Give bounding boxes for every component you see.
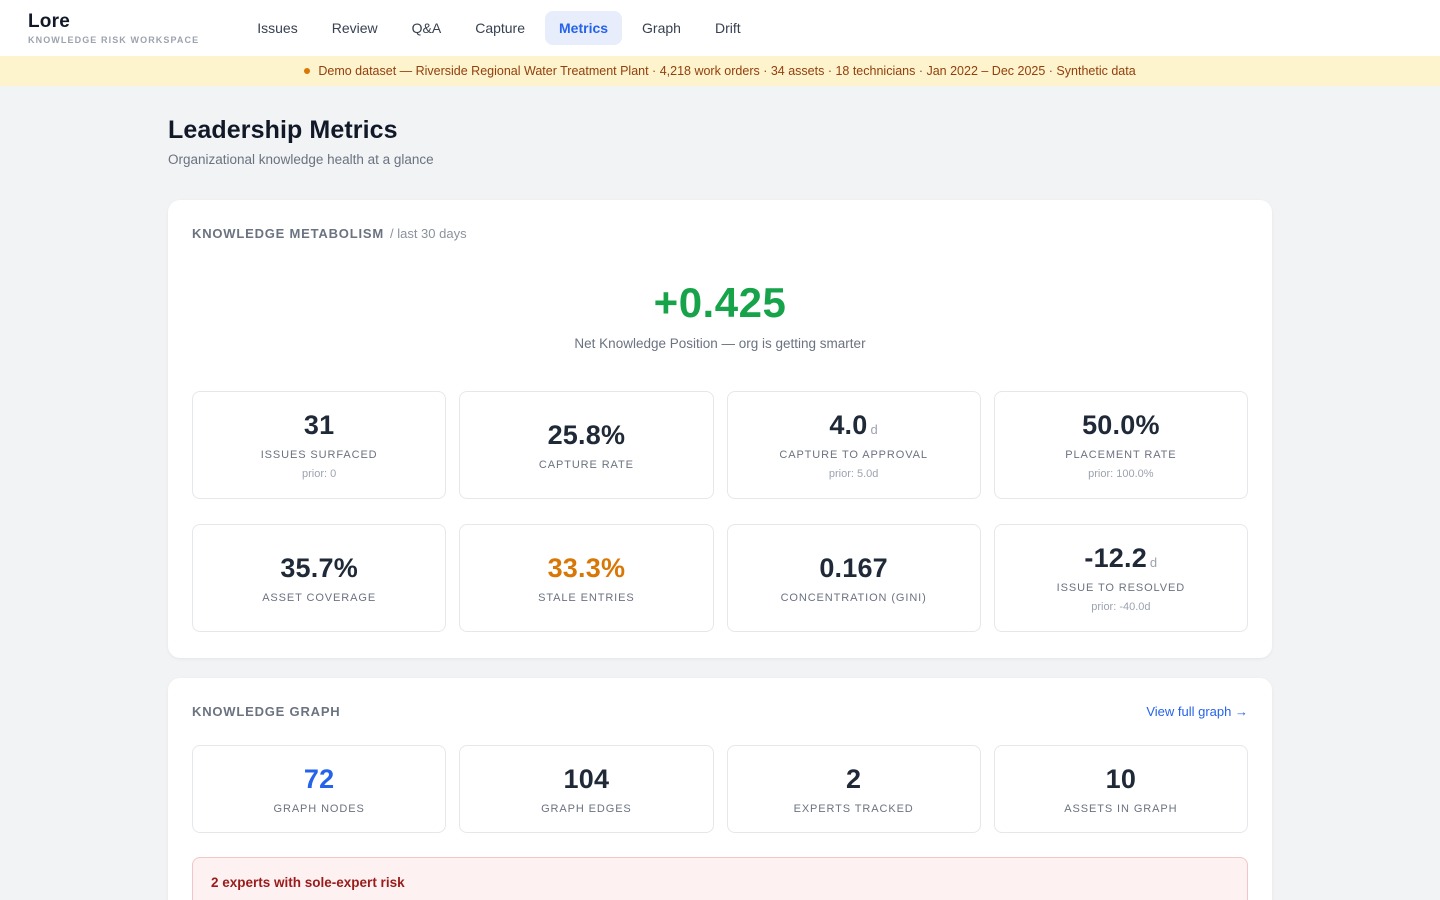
brand-tagline: KNOWLEDGE RISK WORKSPACE: [28, 35, 199, 45]
metric-tile-experts-tracked: 2 EXPERTS TRACKED: [727, 745, 981, 833]
metric-tile-assets-in-graph: 10 ASSETS IN GRAPH: [994, 745, 1248, 833]
metric-label: ISSUE TO RESOLVED: [1057, 582, 1185, 594]
metric-tile-concentration-gini: 0.167 CONCENTRATION (GINI): [727, 524, 981, 632]
metric-value: 50.0%: [1082, 410, 1160, 441]
metric-label: EXPERTS TRACKED: [794, 803, 914, 815]
metric-tile-capture-to-approval: 4.0d CAPTURE TO APPROVAL prior: 5.0d: [727, 391, 981, 499]
metric-label: ASSETS IN GRAPH: [1064, 803, 1177, 815]
metric-prior: prior: -40.0d: [1091, 601, 1150, 613]
graph-heading: KNOWLEDGE GRAPH: [192, 704, 341, 719]
page-title: Leadership Metrics: [168, 116, 1272, 145]
metric-label: STALE ENTRIES: [538, 592, 634, 604]
metric-prior: prior: 100.0%: [1088, 468, 1153, 480]
metric-tile-issues-surfaced: 31 ISSUES SURFACED prior: 0: [192, 391, 446, 499]
metric-value: 33.3%: [548, 553, 626, 584]
alert-title: 2 experts with sole-expert risk: [211, 875, 1229, 890]
nav-item-capture[interactable]: Capture: [461, 11, 539, 45]
knowledge-graph-card: KNOWLEDGE GRAPH View full graph → 72 GRA…: [168, 678, 1272, 900]
topbar: Lore KNOWLEDGE RISK WORKSPACE Issues Rev…: [0, 0, 1440, 56]
brand-logo[interactable]: Lore KNOWLEDGE RISK WORKSPACE: [28, 11, 199, 45]
banner-dot-icon: [304, 68, 310, 74]
main-content: Leadership Metrics Organizational knowle…: [0, 86, 1440, 900]
metric-tile-capture-rate: 25.8% CAPTURE RATE: [459, 391, 713, 499]
nav-item-drift[interactable]: Drift: [701, 11, 755, 45]
metric-value: 25.8%: [548, 420, 626, 451]
metric-value: 72: [304, 764, 334, 795]
nav-item-qa[interactable]: Q&A: [398, 11, 456, 45]
view-full-graph-link[interactable]: View full graph →: [1146, 704, 1248, 719]
metric-tile-graph-edges: 104 GRAPH EDGES: [459, 745, 713, 833]
metric-label: ISSUES SURFACED: [261, 449, 378, 461]
sole-expert-risk-alert: 2 experts with sole-expert risk: [192, 857, 1248, 900]
nav-item-review[interactable]: Review: [318, 11, 392, 45]
graph-tiles: 72 GRAPH NODES 104 GRAPH EDGES 2 EXPERTS…: [192, 745, 1248, 833]
metric-value: 104: [564, 764, 610, 795]
metric-tile-asset-coverage: 35.7% ASSET COVERAGE: [192, 524, 446, 632]
page-subtitle: Organizational knowledge health at a gla…: [168, 152, 1272, 167]
metric-label: CONCENTRATION (GINI): [781, 592, 927, 604]
metric-value: -12.2d: [1084, 543, 1157, 574]
banner-text: Demo dataset — Riverside Regional Water …: [318, 64, 1135, 78]
net-position-caption: Net Knowledge Position — org is getting …: [192, 336, 1248, 351]
metric-value: 35.7%: [280, 553, 358, 584]
metric-label: CAPTURE TO APPROVAL: [779, 449, 928, 461]
knowledge-metabolism-card: KNOWLEDGE METABOLISM / last 30 days +0.4…: [168, 200, 1272, 658]
metric-tile-graph-nodes: 72 GRAPH NODES: [192, 745, 446, 833]
metabolism-period: / last 30 days: [390, 226, 467, 241]
main-nav: Issues Review Q&A Capture Metrics Graph …: [243, 11, 754, 45]
metric-tile-placement-rate: 50.0% PLACEMENT RATE prior: 100.0%: [994, 391, 1248, 499]
metric-label: GRAPH NODES: [274, 803, 365, 815]
metric-prior: prior: 0: [302, 468, 336, 480]
metric-value: 10: [1106, 764, 1136, 795]
metric-tile-issue-to-resolved: -12.2d ISSUE TO RESOLVED prior: -40.0d: [994, 524, 1248, 632]
metric-prior: prior: 5.0d: [829, 468, 879, 480]
brand-name: Lore: [28, 11, 199, 33]
demo-dataset-banner: Demo dataset — Riverside Regional Water …: [0, 56, 1440, 86]
metric-value: 31: [304, 410, 334, 441]
metabolism-tiles: 31 ISSUES SURFACED prior: 0 25.8% CAPTUR…: [192, 391, 1248, 632]
metabolism-heading: KNOWLEDGE METABOLISM: [192, 226, 384, 241]
metric-tile-stale-entries: 33.3% STALE ENTRIES: [459, 524, 713, 632]
metric-label: PLACEMENT RATE: [1065, 449, 1176, 461]
metric-value: 4.0d: [829, 410, 878, 441]
metric-value: 2: [846, 764, 861, 795]
metric-label: CAPTURE RATE: [539, 459, 634, 471]
metric-label: GRAPH EDGES: [541, 803, 632, 815]
nav-item-issues[interactable]: Issues: [243, 11, 311, 45]
metric-value: 0.167: [819, 553, 888, 584]
net-knowledge-position: +0.425 Net Knowledge Position — org is g…: [192, 279, 1248, 351]
net-position-value: +0.425: [192, 279, 1248, 327]
nav-item-graph[interactable]: Graph: [628, 11, 695, 45]
nav-item-metrics[interactable]: Metrics: [545, 11, 622, 45]
metric-label: ASSET COVERAGE: [262, 592, 376, 604]
